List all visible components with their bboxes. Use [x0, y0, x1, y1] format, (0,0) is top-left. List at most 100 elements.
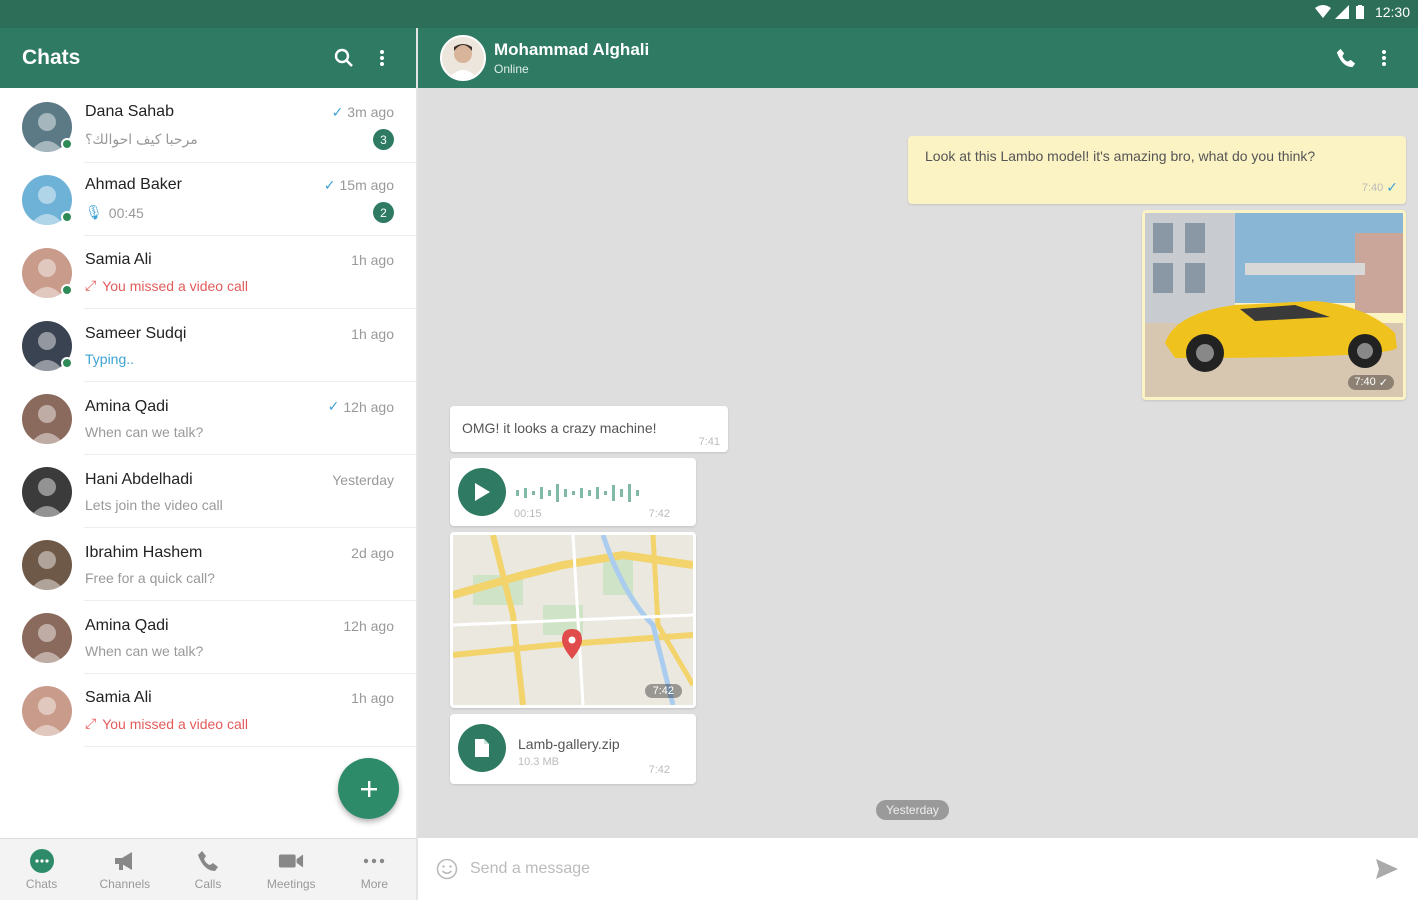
file-download-button[interactable]	[458, 724, 506, 772]
day-separator: Yesterday	[876, 800, 949, 820]
chat-list: Dana Sahab ✓ 3m ago مرحبا كيف احوالك؟ 3 Ahmad…	[0, 90, 416, 747]
call-icon[interactable]	[1334, 46, 1358, 70]
chat-preview: Lets join the video call	[85, 496, 223, 513]
online-indicator	[61, 283, 73, 296]
chat-time: 2d ago	[351, 544, 394, 561]
nav-more[interactable]: More	[333, 839, 416, 900]
message-input[interactable]	[470, 860, 1374, 878]
chat-list-item[interactable]: Samia Ali 1h ago ⤢ You missed a video call	[0, 236, 416, 309]
message-time: 7:42	[648, 764, 670, 776]
nav-channels[interactable]: Channels	[83, 839, 166, 900]
chat-preview: مرحبا كيف احوالك؟	[85, 131, 198, 147]
read-check-icon: ✓	[327, 398, 340, 414]
contact-name[interactable]: Mohammad Alghali	[494, 40, 1320, 60]
chat-name: Sameer Sudqi	[85, 324, 187, 342]
nav-label: Meetings	[266, 877, 316, 891]
overflow-menu-icon[interactable]	[1372, 46, 1396, 70]
emoji-icon[interactable]	[436, 858, 458, 880]
avatar	[22, 612, 72, 663]
overflow-menu-icon[interactable]	[370, 46, 394, 70]
chat-list-item[interactable]: Ahmad Baker ✓ 15m ago 🎙 00:45 2	[0, 163, 416, 236]
chat-list-item[interactable]: Ibrahim Hashem 2d ago Free for a quick cal…	[0, 528, 416, 601]
file-message[interactable]: Lamb-gallery.zip 10.3 MB 7:42	[450, 714, 696, 784]
signal-icon	[1334, 5, 1349, 19]
avatar	[22, 393, 72, 444]
chat-name: Amina Qadi	[85, 397, 169, 415]
phone-icon	[195, 848, 221, 874]
status-bar: 12:30	[0, 0, 1418, 28]
nav-label: More	[360, 877, 389, 891]
nav-label: Chats	[25, 877, 58, 891]
contact-avatar[interactable]	[440, 35, 486, 81]
plus-icon	[360, 780, 377, 797]
outgoing-image-message[interactable]: 7:40 ✓	[1142, 210, 1406, 400]
chat-preview: 00:45	[108, 204, 144, 221]
chat-name: Ibrahim Hashem	[85, 543, 203, 561]
file-name: Lamb-gallery.zip	[518, 736, 620, 752]
message-time: 7:42	[644, 684, 682, 698]
location-message[interactable]: 7:42	[450, 532, 696, 708]
nav-meetings[interactable]: Meetings	[250, 839, 333, 900]
chat-name: Ahmad Baker	[85, 176, 182, 193]
online-indicator	[61, 210, 73, 223]
message-text: OMG! it looks a crazy machine!	[462, 420, 657, 436]
chat-list-item[interactable]: Hani Abdelhadi Yesterday Lets join the vid…	[0, 455, 416, 528]
read-check-icon: ✓	[331, 103, 344, 120]
outgoing-text-message[interactable]: Look at this Lambo model! it's amazing b…	[908, 136, 1406, 204]
search-icon[interactable]	[332, 46, 356, 70]
chat-name: Samia Ali	[85, 251, 152, 268]
chat-list-item[interactable]: Dana Sahab ✓ 3m ago مرحبا كيف احوالك؟ 3	[0, 90, 416, 163]
avatar	[22, 539, 72, 590]
nav-calls[interactable]: Calls	[166, 839, 249, 900]
status-icons: 12:30	[1314, 4, 1410, 20]
map-thumbnail	[451, 534, 696, 706]
contact-status: Online	[494, 62, 529, 76]
chat-name: Hani Abdelhadi	[85, 470, 193, 488]
message-time: 7:40	[1361, 181, 1384, 194]
chat-list-item[interactable]: Sameer Sudqi 1h ago Typing..	[0, 309, 416, 382]
chat-time: Yesterday	[332, 471, 394, 488]
missed-call-icon: ⤢	[85, 715, 97, 731]
avatar	[22, 320, 73, 371]
car-photo	[1145, 213, 1403, 397]
avatar	[22, 174, 73, 225]
waveform	[516, 484, 639, 502]
chat-name: Samia Ali	[85, 689, 152, 706]
play-button[interactable]	[458, 468, 506, 516]
chat-preview: Typing..	[85, 350, 135, 367]
message-time: 7:42	[648, 508, 670, 520]
chat-bubble-icon	[29, 848, 55, 874]
nav-chats[interactable]: Chats	[0, 839, 83, 900]
new-chat-button[interactable]	[338, 758, 399, 819]
chat-time: 3m ago	[347, 104, 394, 120]
message-time: 7:41	[698, 436, 720, 448]
avatar	[22, 685, 72, 736]
chat-list-item[interactable]: Amina Qadi ✓ 12h ago When can we talk?	[0, 382, 416, 455]
message-area: Look at this Lambo model! it's amazing b…	[418, 88, 1418, 838]
chat-name: Amina Qadi	[85, 616, 169, 634]
chat-preview: You missed a video call	[102, 277, 248, 294]
missed-call-icon: ⤢	[85, 277, 97, 293]
voice-message[interactable]: 00:15 7:42	[450, 458, 696, 526]
message-time: 7:40	[1354, 376, 1376, 388]
voice-duration: 00:15	[514, 508, 542, 520]
unread-badge: 3	[373, 129, 394, 150]
read-check-icon: ✓	[1386, 179, 1398, 195]
incoming-text-message[interactable]: OMG! it looks a crazy machine! 7:41	[450, 406, 728, 452]
video-camera-icon	[278, 848, 304, 874]
message-text: Look at this Lambo model! it's amazing b…	[925, 148, 1316, 164]
conversation-panel: Mohammad Alghali Online Look at this Lam…	[418, 28, 1418, 900]
chat-time: 12h ago	[343, 398, 394, 415]
unread-badge: 2	[373, 202, 394, 223]
avatar	[22, 466, 72, 517]
read-check-icon: ✓	[323, 176, 336, 193]
nav-label: Calls	[194, 877, 222, 891]
message-input-bar	[418, 838, 1418, 900]
status-time: 12:30	[1374, 4, 1410, 20]
chat-preview: When can we talk?	[85, 642, 204, 659]
chat-list-item[interactable]: Samia Ali 1h ago ⤢ You missed a video call	[0, 674, 416, 747]
play-icon	[475, 483, 490, 501]
send-icon[interactable]	[1374, 856, 1400, 882]
chat-list-item[interactable]: Amina Qadi 12h ago When can we talk?	[0, 601, 416, 674]
chat-preview: When can we talk?	[85, 423, 204, 440]
